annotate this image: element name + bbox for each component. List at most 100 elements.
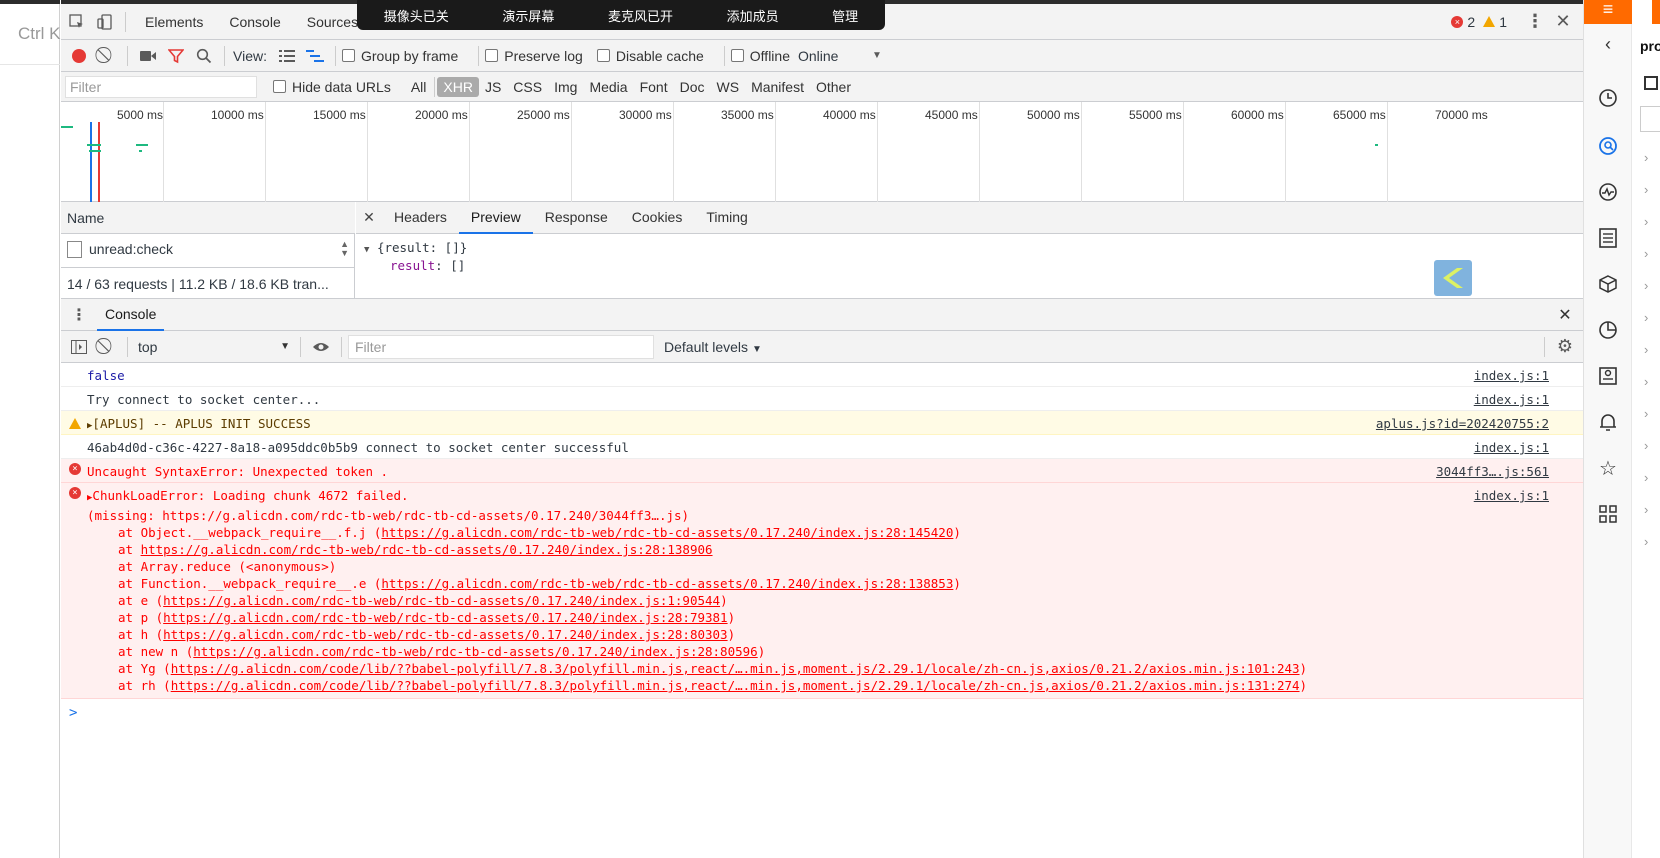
tab-console[interactable]: Console xyxy=(216,4,293,40)
filter-type-all[interactable]: All xyxy=(405,77,433,97)
floating-helper-widget[interactable] xyxy=(1434,260,1472,296)
filter-type-doc[interactable]: Doc xyxy=(674,77,711,97)
tab-headers[interactable]: Headers xyxy=(382,202,459,234)
tab-cookies[interactable]: Cookies xyxy=(620,202,695,234)
context-select[interactable]: top ▼ xyxy=(134,335,294,359)
group-by-frame-checkbox[interactable]: Group by frame xyxy=(341,48,458,64)
pie-chart-icon[interactable] xyxy=(1596,318,1620,342)
add-member-button[interactable]: 添加成员 xyxy=(727,6,779,25)
filter-type-css[interactable]: CSS xyxy=(507,77,548,97)
inspect-element-icon[interactable] xyxy=(63,8,91,36)
expand-triangle-icon[interactable]: ▼ xyxy=(364,245,369,255)
stack-url[interactable]: https://g.alicdn.com/code/lib/??babel-po… xyxy=(171,661,1300,676)
chevron-right-icon[interactable]: › xyxy=(1644,374,1648,389)
manage-button[interactable]: 管理 xyxy=(832,6,858,25)
close-detail-icon[interactable]: ✕ xyxy=(356,209,382,226)
pulse-icon[interactable] xyxy=(1596,180,1620,204)
tab-preview[interactable]: Preview xyxy=(458,202,533,234)
chevron-right-icon[interactable]: › xyxy=(1644,278,1648,293)
filter-type-font[interactable]: Font xyxy=(634,77,674,97)
chevron-right-icon[interactable]: › xyxy=(1644,470,1648,485)
network-timeline-overview[interactable]: 5000 ms 10000 ms 15000 ms 20000 ms 25000… xyxy=(61,102,1583,202)
drawer-menu-icon[interactable]: ⋮ xyxy=(61,305,97,325)
filter-type-manifest[interactable]: Manifest xyxy=(745,77,810,97)
panel-search-input[interactable] xyxy=(1640,106,1660,132)
offline-checkbox[interactable]: Offline xyxy=(730,48,790,64)
source-link[interactable]: index.js:1 xyxy=(1474,439,1549,456)
filter-type-media[interactable]: Media xyxy=(583,77,633,97)
menu-button[interactable]: ≡ xyxy=(1584,0,1632,24)
stack-url[interactable]: https://g.alicdn.com/rdc-tb-web/rdc-tb-c… xyxy=(381,576,953,591)
chevron-right-icon[interactable]: › xyxy=(1644,150,1648,165)
chevron-right-icon[interactable]: › xyxy=(1644,406,1648,421)
chevron-down-icon[interactable]: ▼ xyxy=(872,50,882,61)
report-icon[interactable] xyxy=(1596,364,1620,388)
device-toolbar-icon[interactable] xyxy=(91,8,119,36)
search-icon[interactable] xyxy=(190,42,218,70)
source-link[interactable]: index.js:1 xyxy=(1474,391,1549,408)
chevron-right-icon[interactable]: › xyxy=(1644,342,1648,357)
source-link[interactable]: 3044ff3….js:561 xyxy=(1436,463,1549,480)
document-list-icon[interactable] xyxy=(1596,226,1620,250)
chevron-right-icon[interactable]: › xyxy=(1644,214,1648,229)
close-drawer-icon[interactable]: ✕ xyxy=(1547,305,1583,325)
live-expression-eye-icon[interactable] xyxy=(307,333,335,361)
waterfall-overview-icon[interactable] xyxy=(301,42,329,70)
microphone-toggle[interactable]: 麦克风已开 xyxy=(608,6,673,25)
hide-data-urls-checkbox[interactable]: Hide data URLs xyxy=(273,79,391,95)
throttling-select[interactable]: Online xyxy=(798,48,872,64)
drawer-tab-console[interactable]: Console xyxy=(97,299,165,331)
sidebar-toggle-icon[interactable] xyxy=(65,333,93,361)
stack-url[interactable]: https://g.alicdn.com/rdc-tb-web/rdc-tb-c… xyxy=(141,542,713,557)
star-icon[interactable]: ☆ xyxy=(1596,456,1620,480)
stack-url[interactable]: https://g.alicdn.com/code/lib/??babel-po… xyxy=(171,678,1300,693)
disable-cache-checkbox[interactable]: Disable cache xyxy=(596,48,704,64)
record-icon[interactable] xyxy=(65,42,93,70)
filter-type-xhr[interactable]: XHR xyxy=(437,76,479,97)
calendar-icon[interactable] xyxy=(1644,76,1658,90)
console-prompt[interactable]: > xyxy=(61,699,1583,721)
chevron-right-icon[interactable]: › xyxy=(1644,310,1648,325)
stack-url[interactable]: https://g.alicdn.com/rdc-tb-web/rdc-tb-c… xyxy=(162,508,681,523)
back-arrow-icon[interactable]: ‹ xyxy=(1596,32,1620,56)
chevron-right-icon[interactable]: › xyxy=(1644,502,1648,517)
screen-share-button[interactable]: 演示屏幕 xyxy=(502,6,554,25)
filter-funnel-icon[interactable] xyxy=(162,42,190,70)
search-chat-icon[interactable] xyxy=(1596,134,1620,158)
stack-url[interactable]: https://g.alicdn.com/rdc-tb-web/rdc-tb-c… xyxy=(163,610,727,625)
table-row[interactable]: unread:check ▲ ▼ xyxy=(61,234,355,264)
stack-url[interactable]: https://g.alicdn.com/rdc-tb-web/rdc-tb-c… xyxy=(193,644,757,659)
tab-timing[interactable]: Timing xyxy=(694,202,760,234)
error-header-row[interactable]: ▶ChunkLoadError: Loading chunk 4672 fail… xyxy=(87,487,1443,507)
filter-type-js[interactable]: JS xyxy=(479,77,507,97)
apps-grid-icon[interactable] xyxy=(1596,502,1620,526)
filter-type-other[interactable]: Other xyxy=(810,77,857,97)
json-root-row[interactable]: ▼ {result: []} xyxy=(364,240,964,255)
more-options-icon[interactable]: ⋮ xyxy=(1521,8,1549,36)
close-devtools-icon[interactable]: ✕ xyxy=(1549,8,1577,36)
source-link[interactable]: aplus.js?id=202420755:2 xyxy=(1376,415,1549,432)
stack-url[interactable]: https://g.alicdn.com/rdc-tb-web/rdc-tb-c… xyxy=(381,525,953,540)
log-levels-select[interactable]: Default levels ▼ xyxy=(664,339,762,355)
console-settings-gear-icon[interactable]: ⚙ xyxy=(1551,333,1579,361)
clear-icon[interactable]: ⃠ xyxy=(93,42,121,70)
chevron-right-icon[interactable]: › xyxy=(1644,534,1648,549)
network-filter-input[interactable]: Filter xyxy=(65,75,257,98)
warning-count[interactable]: 1 xyxy=(1499,14,1507,30)
bell-icon[interactable] xyxy=(1596,410,1620,434)
large-rows-icon[interactable] xyxy=(273,42,301,70)
chevron-right-icon[interactable]: › xyxy=(1644,246,1648,261)
chevron-right-icon[interactable]: › xyxy=(1644,182,1648,197)
error-count[interactable]: 2 xyxy=(1467,14,1475,30)
column-header-name[interactable]: Name xyxy=(61,202,355,234)
clock-icon[interactable] xyxy=(1596,86,1620,110)
chevron-right-icon[interactable]: › xyxy=(1644,438,1648,453)
package-cube-icon[interactable] xyxy=(1596,272,1620,296)
filter-type-ws[interactable]: WS xyxy=(711,77,746,97)
tab-elements[interactable]: Elements xyxy=(132,4,216,40)
scroll-arrows-icon[interactable]: ▲ ▼ xyxy=(340,240,349,258)
filter-type-img[interactable]: Img xyxy=(548,77,583,97)
source-link[interactable]: index.js:1 xyxy=(1474,487,1549,504)
preserve-log-checkbox[interactable]: Preserve log xyxy=(485,48,583,64)
clear-console-icon[interactable]: ⃠ xyxy=(93,333,121,361)
